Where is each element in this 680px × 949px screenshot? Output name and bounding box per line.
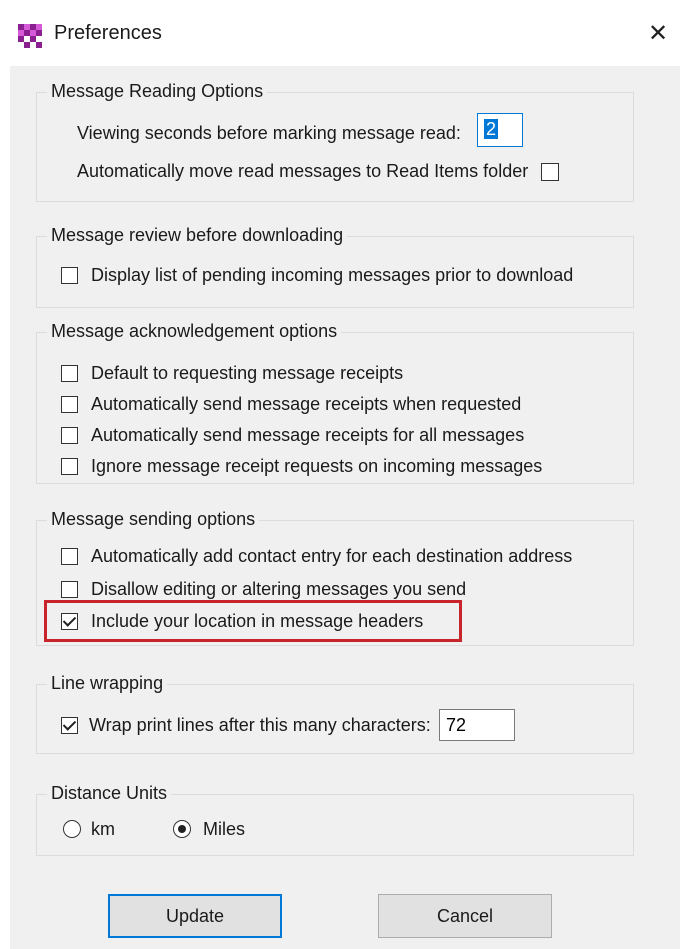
cancel-button[interactable]: Cancel <box>378 894 552 938</box>
display-pending-checkbox[interactable] <box>61 267 78 284</box>
auto-move-label: Automatically move read messages to Read… <box>77 161 529 181</box>
ack-label-1: Automatically send message receipts when… <box>91 394 522 414</box>
sending-checkbox-1[interactable] <box>61 581 78 598</box>
viewing-seconds-input[interactable]: 2 <box>477 113 523 147</box>
update-button[interactable]: Update <box>108 894 282 938</box>
sending-label-1: Disallow editing or altering messages yo… <box>91 579 467 599</box>
wrap-chars-value: 72 <box>446 715 467 735</box>
group-title: Message sending options <box>47 509 260 530</box>
wrap-checkbox[interactable] <box>61 717 78 734</box>
sending-checkbox-0[interactable] <box>61 548 78 565</box>
ack-checkbox-2[interactable] <box>61 427 78 444</box>
miles-label: Miles <box>203 819 246 839</box>
ack-checkbox-3[interactable] <box>61 458 78 475</box>
group-title: Message Reading Options <box>47 81 268 102</box>
ack-checkbox-0[interactable] <box>61 365 78 382</box>
wrap-chars-input[interactable]: 72 <box>439 709 515 741</box>
reading-options-group: Message Reading Options Viewing seconds … <box>36 81 634 202</box>
title-bar: Preferences ✕ <box>0 0 680 66</box>
viewing-seconds-label: Viewing seconds before marking message r… <box>77 123 461 143</box>
review-group: Message review before downloading Displa… <box>36 225 634 308</box>
ack-label-3: Ignore message receipt requests on incom… <box>91 456 543 476</box>
km-radio[interactable] <box>63 820 81 838</box>
line-wrapping-group: Line wrapping Wrap print lines after thi… <box>36 673 634 754</box>
display-pending-label: Display list of pending incoming message… <box>91 265 574 285</box>
ack-checkbox-1[interactable] <box>61 396 78 413</box>
viewing-seconds-value: 2 <box>484 119 499 139</box>
dialog-body: Message Reading Options Viewing seconds … <box>10 66 680 949</box>
wrap-label: Wrap print lines after this many charact… <box>89 715 431 735</box>
group-title: Line wrapping <box>47 673 168 694</box>
group-title: Message review before downloading <box>47 225 348 246</box>
ack-label-0: Default to requesting message receipts <box>91 363 404 383</box>
auto-move-checkbox[interactable] <box>541 163 559 181</box>
sending-label-0: Automatically add contact entry for each… <box>91 546 573 566</box>
ack-group: Message acknowledgement options Default … <box>36 321 634 484</box>
km-label: km <box>91 819 115 839</box>
highlight-box <box>44 600 462 642</box>
distance-units-group: Distance Units km Miles <box>36 783 634 856</box>
miles-radio[interactable] <box>173 820 191 838</box>
group-title: Distance Units <box>47 783 172 804</box>
close-icon[interactable]: ✕ <box>642 18 674 50</box>
ack-label-2: Automatically send message receipts for … <box>91 425 525 445</box>
checkered-app-icon <box>18 24 42 48</box>
group-title: Message acknowledgement options <box>47 321 342 342</box>
window-title: Preferences <box>54 22 162 44</box>
